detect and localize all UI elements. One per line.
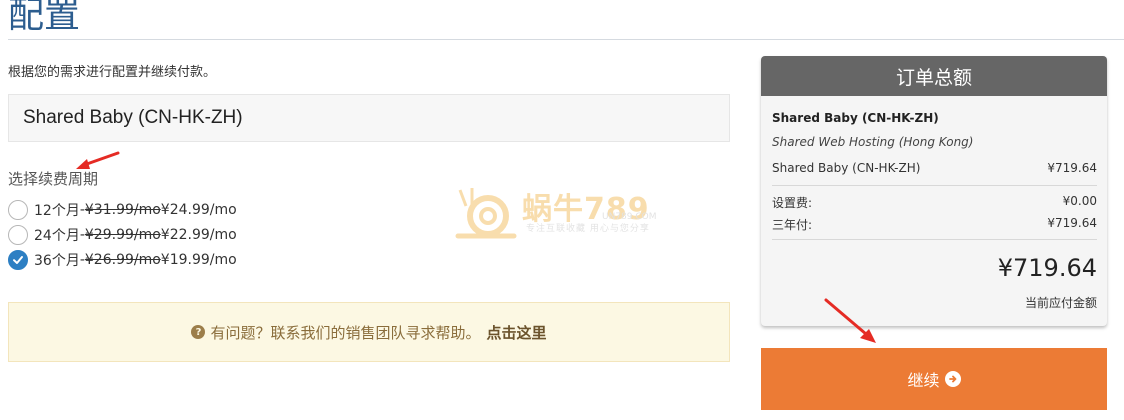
option-new-price: ¥22.99/mo	[160, 227, 237, 243]
summary-product-line: Shared Baby (CN-HK-ZH) ¥719.64	[772, 161, 1097, 175]
help-text: 有问题？联系我们的销售团队寻求帮助。	[210, 323, 481, 342]
summary-product-group: Shared Web Hosting (Hong Kong)	[772, 135, 974, 149]
continue-button[interactable]: 继续	[761, 348, 1107, 410]
question-circle-icon: ?	[191, 325, 206, 339]
watermark-domain: UN789.COM	[602, 212, 657, 222]
option-old-price: ¥31.99/mo	[84, 202, 161, 218]
billing-option-36[interactable]: 36个月 - ¥26.99/mo ¥19.99/mo	[8, 249, 237, 271]
help-link[interactable]: 点击这里	[487, 322, 547, 343]
radio-button[interactable]	[8, 200, 28, 220]
option-new-price: ¥19.99/mo	[160, 252, 237, 268]
billing-option-24[interactable]: 24个月 - ¥29.99/mo ¥22.99/mo	[8, 224, 237, 246]
option-term: 12个月	[34, 203, 80, 219]
billing-option-12[interactable]: 12个月 - ¥31.99/mo ¥24.99/mo	[8, 199, 237, 221]
watermark-logo: 蜗牛789 专注互联收藏 用心与您分享 UN789.COM	[452, 184, 682, 240]
product-name: Shared Baby (CN-HK-ZH)	[23, 107, 243, 128]
order-summary-header: 订单总额	[761, 56, 1107, 96]
order-summary-body: Shared Baby (CN-HK-ZH) Shared Web Hostin…	[761, 96, 1107, 326]
summary-setup-fee: 设置费: ¥0.00	[772, 194, 1097, 210]
intro-text: 根据您的需求进行配置并继续付款。	[8, 65, 217, 80]
annotation-arrow-icon	[76, 151, 120, 169]
radio-button[interactable]	[8, 225, 28, 245]
summary-triennial: 三年付: ¥719.64	[772, 216, 1097, 232]
summary-total: ¥719.64	[997, 254, 1097, 282]
option-new-price: ¥24.99/mo	[160, 202, 237, 218]
page-title: 配置	[8, 0, 81, 36]
checkmark-icon	[13, 256, 23, 264]
title-divider	[8, 39, 1124, 40]
order-summary-panel: 订单总额 Shared Baby (CN-HK-ZH) Shared Web H…	[761, 56, 1107, 326]
summary-due-today-label: 当前应付金额	[1024, 296, 1097, 310]
product-name-box: Shared Baby (CN-HK-ZH)	[8, 94, 730, 142]
summary-divider	[772, 185, 1097, 186]
help-banner: ? 有问题？联系我们的销售团队寻求帮助。 点击这里	[8, 302, 730, 362]
option-term: 24个月	[34, 228, 80, 244]
option-term: 36个月	[34, 253, 80, 269]
snail-logo-icon	[455, 188, 517, 239]
summary-divider	[772, 239, 1097, 240]
continue-label: 继续	[907, 373, 940, 390]
arrow-circle-right-icon	[944, 371, 961, 387]
watermark-slogan: 专注互联收藏 用心与您分享	[526, 224, 650, 234]
option-old-price: ¥26.99/mo	[84, 252, 161, 268]
option-old-price: ¥29.99/mo	[84, 227, 161, 243]
radio-button-checked[interactable]	[8, 250, 28, 270]
summary-product-name: Shared Baby (CN-HK-ZH)	[772, 111, 939, 125]
annotation-arrow-icon	[824, 298, 876, 343]
